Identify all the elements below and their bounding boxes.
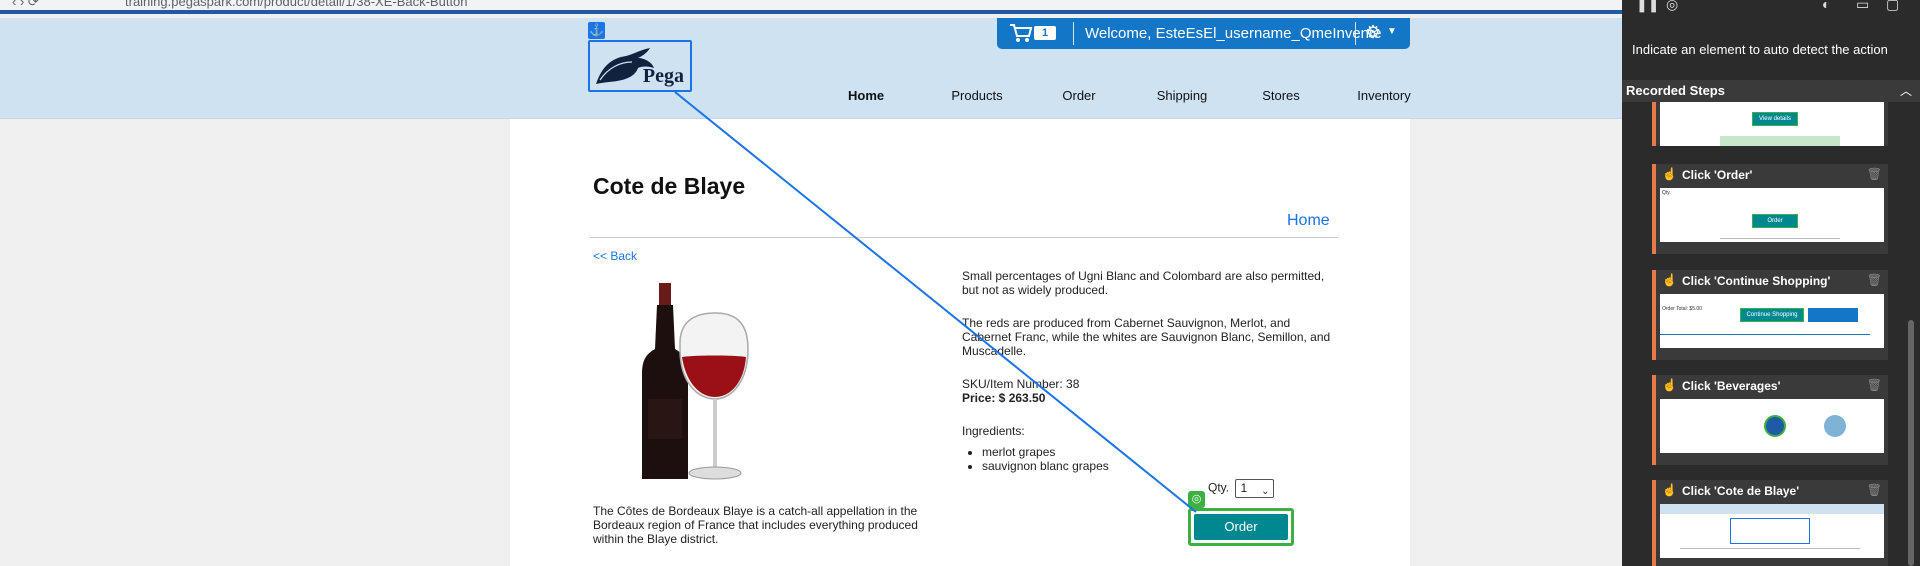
chevron-down-icon: ⌄ bbox=[1261, 486, 1270, 497]
nav-stores[interactable]: Stores bbox=[1260, 88, 1302, 103]
step-card[interactable]: ☝ Click 'Beverages' 🗑 bbox=[1652, 375, 1888, 465]
cart-icon[interactable] bbox=[1009, 23, 1033, 43]
wine-bottle-image bbox=[642, 283, 749, 480]
record-icon[interactable]: ◎ bbox=[1666, 0, 1678, 13]
browser-toolbar: ‹ › ⟳ training.pegaspark.com/product/det… bbox=[0, 0, 1622, 14]
pega-logo[interactable]: Pega bbox=[588, 40, 692, 92]
step-label: Click 'Order' bbox=[1682, 168, 1753, 182]
trash-icon[interactable]: 🗑 bbox=[1867, 483, 1882, 497]
thumb-text: Qty. bbox=[1662, 190, 1671, 196]
order-highlight: Order bbox=[1188, 508, 1294, 546]
user-bar: 1 Welcome, EsteEsEl_username_QmeInvente … bbox=[997, 18, 1410, 49]
thumb-row bbox=[1720, 136, 1840, 146]
price-text: Price: $ 263.50 bbox=[962, 391, 1046, 405]
layout-icon[interactable]: ▭ bbox=[1856, 0, 1869, 13]
product-details: Small percentages of Ugni Blanc and Colo… bbox=[962, 269, 1332, 473]
anchor-icon: ⚓ bbox=[588, 22, 605, 39]
target-icon: ◎ bbox=[1188, 491, 1205, 508]
recorder-panel: ❚❚ ◎ ◐ ▭ ▢ Indicate an element to auto d… bbox=[1622, 0, 1920, 566]
step-thumbnail: View details bbox=[1660, 102, 1884, 146]
steps-header[interactable]: Recorded Steps ︿ bbox=[1622, 80, 1920, 102]
trash-icon[interactable]: 🗑 bbox=[1867, 378, 1882, 392]
nav-products[interactable]: Products bbox=[941, 88, 1013, 103]
page: ⚓ Pega 1 Welcome, EsteEsEl_username_QmeI… bbox=[0, 18, 1622, 566]
ingredients-list: merlot grapes sauvignon blanc grapes bbox=[982, 445, 1332, 473]
window-icon[interactable]: ▢ bbox=[1886, 0, 1899, 13]
thumb-button: Order bbox=[1752, 214, 1798, 228]
trash-icon[interactable]: 🗑 bbox=[1867, 167, 1882, 181]
detail-paragraph: The reds are produced from Cabernet Sauv… bbox=[962, 316, 1331, 358]
qty-label: Qty. bbox=[1208, 480, 1230, 495]
back-link[interactable]: << Back bbox=[593, 249, 637, 263]
click-icon: ☝ bbox=[1662, 273, 1677, 287]
product-description: The Côtes de Bordeaux Blaye is a catch-a… bbox=[593, 504, 918, 546]
address-bar[interactable]: training.pegaspark.com/product/detail/1/… bbox=[125, 0, 468, 9]
thumb-row bbox=[1720, 238, 1840, 239]
step-thumbnail bbox=[1660, 399, 1884, 453]
product-title: Cote de Blaye bbox=[593, 173, 746, 199]
order-button[interactable]: Order bbox=[1194, 514, 1288, 540]
nav-shipping[interactable]: Shipping bbox=[1154, 88, 1210, 103]
thumb-button bbox=[1808, 308, 1858, 322]
product-content: Cote de Blaye Home << Back The Côtes de … bbox=[510, 119, 1410, 566]
indicate-text: Indicate an element to auto detect the a… bbox=[1632, 42, 1888, 57]
step-card[interactable]: View details bbox=[1652, 102, 1888, 146]
nav-home[interactable]: Home bbox=[848, 88, 884, 103]
detail-paragraph: Small percentages of Ugni Blanc and Colo… bbox=[962, 269, 1325, 297]
pause-icon[interactable]: ❚❚ bbox=[1636, 0, 1659, 13]
qty-select[interactable]: 1 ⌄ bbox=[1235, 479, 1275, 498]
step-thumbnail: Order Total: $5.00 Continue Shopping bbox=[1660, 294, 1884, 348]
step-label: Click 'Continue Shopping' bbox=[1682, 274, 1831, 288]
panel-toolbar: ❚❚ ◎ ◐ ▭ ▢ bbox=[1622, 0, 1920, 14]
step-card[interactable]: ☝ Click 'Order' 🗑 Qty. Order bbox=[1652, 164, 1888, 254]
thumb-highlight bbox=[1730, 518, 1810, 544]
home-link[interactable]: Home bbox=[1287, 212, 1330, 230]
click-icon: ☝ bbox=[1662, 378, 1677, 392]
logo-text: Pega bbox=[642, 65, 684, 87]
thumb-text: Order Total: $5.00 bbox=[1662, 306, 1702, 312]
main-nav: Home Products Order Shipping Stores Inve… bbox=[848, 88, 1414, 103]
list-item: sauvignon blanc grapes bbox=[982, 459, 1332, 473]
qty-value: 1 bbox=[1240, 481, 1248, 495]
chevron-down-icon[interactable]: ▼ bbox=[1387, 26, 1397, 37]
thumb-header bbox=[1660, 504, 1884, 514]
settings-icon[interactable]: ◐ bbox=[1822, 0, 1830, 12]
thumb-row bbox=[1660, 334, 1870, 335]
step-thumbnail bbox=[1660, 504, 1884, 558]
welcome-text: Welcome, EsteEsEl_username_QmeInvente bbox=[1085, 25, 1382, 42]
beverage-thumb-icon bbox=[1764, 415, 1786, 437]
gear-icon[interactable]: ⚙ bbox=[1365, 22, 1381, 43]
qty-row: Qty. 1 ⌄ bbox=[1208, 479, 1275, 498]
beverage-thumb-icon bbox=[1824, 415, 1846, 437]
step-label: Click 'Cote de Blaye' bbox=[1682, 484, 1800, 498]
sku-text: SKU/Item Number: 38 bbox=[962, 377, 1080, 391]
nav-order[interactable]: Order bbox=[1059, 88, 1099, 103]
thumb-button: View details bbox=[1752, 112, 1798, 126]
divider bbox=[590, 237, 1338, 238]
thumb-row bbox=[1680, 548, 1860, 549]
scrollbar[interactable] bbox=[1908, 320, 1914, 566]
step-card[interactable]: ☝ Click 'Cote de Blaye' 🗑 bbox=[1652, 480, 1888, 566]
nav-inventory[interactable]: Inventory bbox=[1354, 88, 1414, 103]
thumb-button: Continue Shopping bbox=[1740, 308, 1804, 322]
steps-title: Recorded Steps bbox=[1626, 83, 1725, 98]
cart-count-badge: 1 bbox=[1034, 26, 1056, 40]
divider bbox=[1355, 22, 1356, 45]
step-label: Click 'Beverages' bbox=[1682, 379, 1781, 393]
list-item: merlot grapes bbox=[982, 445, 1332, 459]
trash-icon[interactable]: 🗑 bbox=[1867, 273, 1882, 287]
steps-list: View details ☝ Click 'Order' 🗑 Qty. Orde… bbox=[1652, 102, 1914, 566]
click-icon: ☝ bbox=[1662, 167, 1677, 181]
divider bbox=[1073, 22, 1074, 45]
click-icon: ☝ bbox=[1662, 483, 1677, 497]
chevron-up-icon[interactable]: ︿ bbox=[1900, 82, 1912, 99]
ingredients-label: Ingredients: bbox=[962, 424, 1025, 438]
step-thumbnail: Qty. Order bbox=[1660, 188, 1884, 242]
step-card[interactable]: ☝ Click 'Continue Shopping' 🗑 Order Tota… bbox=[1652, 270, 1888, 360]
browser-nav-icons[interactable]: ‹ › ⟳ bbox=[12, 0, 39, 10]
